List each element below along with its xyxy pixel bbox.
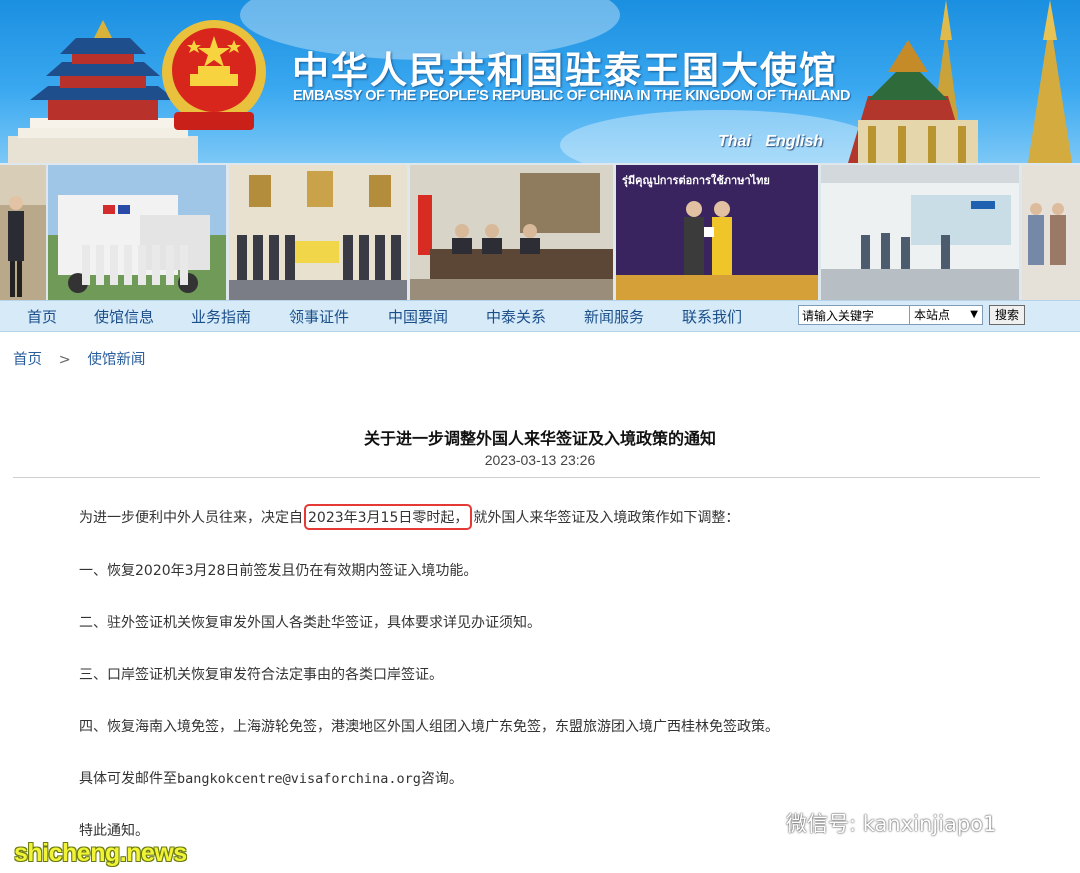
nav-item-consular-docs[interactable]: 领事证件: [289, 306, 349, 327]
nav-item-service-guide[interactable]: 业务指南: [191, 306, 251, 327]
chevron-down-icon: ▼: [970, 309, 978, 320]
site-watermark: shicheng.news: [14, 839, 187, 867]
nav-item-news-service[interactable]: 新闻服务: [584, 306, 644, 327]
embassy-subtitle: EMBASSY OF THE PEOPLE'S REPUBLIC OF CHIN…: [293, 88, 851, 104]
intro-date-highlight: 2023年3月15日零时起，: [304, 504, 473, 530]
photo-strip: รุ่มีคุณูปการต่อการใช้ภาษาไทย: [0, 163, 1080, 300]
breadcrumb-home-link[interactable]: 首页: [13, 352, 42, 368]
nav-item-china-news[interactable]: 中国要闻: [388, 306, 448, 327]
nav-item-china-thailand[interactable]: 中泰关系: [486, 306, 546, 327]
photo-service-hall: [821, 165, 1019, 300]
intro-text-before: 为进一步便利中外人员往来，决定自: [79, 510, 303, 526]
photo-donation-ceremony: [229, 165, 407, 300]
wechat-icon: [740, 809, 780, 836]
language-switcher: Thai English: [718, 133, 833, 151]
breadcrumb-current-link[interactable]: 使馆新闻: [87, 352, 145, 368]
lang-english-link[interactable]: English: [765, 133, 823, 150]
photo-award-stage: รุ่มีคุณูปการต่อการใช้ภาษาไทย: [616, 165, 818, 300]
article-intro: 为进一步便利中外人员往来，决定自 2023年3月15日零时起， 就外国人来华签证及入…: [79, 504, 739, 530]
header-banner: 中华人民共和国驻泰王国大使馆 EMBASSY OF THE PEOPLE'S R…: [0, 0, 1080, 163]
article-item-3: 三、口岸签证机关恢复审发符合法定事由的各类口岸签证。: [79, 667, 443, 683]
nav-item-contact[interactable]: 联系我们: [682, 306, 742, 327]
article-closing: 特此通知。: [79, 823, 149, 839]
contact-email-link[interactable]: bangkokcentre@visaforchina.org: [177, 771, 421, 787]
search-scope-select[interactable]: 本站点 ▼: [909, 305, 983, 325]
breadcrumb-separator: >: [58, 352, 71, 368]
main-nav: 首页 使馆信息 业务指南 领事证件 中国要闻 中泰关系 新闻服务 联系我们 本站…: [0, 300, 1080, 332]
article-contact: 具体可发邮件至bangkokcentre@visaforchina.org咨询。: [79, 768, 463, 788]
contact-text-before: 具体可发邮件至: [79, 771, 177, 787]
article-item-4: 四、恢复海南入境免签，上海游轮免签，港澳地区外国人组团入境广东免签，东盟旅游团入…: [79, 719, 779, 735]
embassy-title: 中华人民共和国驻泰王国大使馆: [292, 49, 838, 92]
photo-group-truck: [48, 165, 226, 300]
breadcrumb: 首页 > 使馆新闻: [13, 348, 145, 369]
search-button[interactable]: 搜索: [989, 305, 1025, 325]
article-item-2: 二、驻外签证机关恢复审发外国人各类赴华签证，具体要求详见办证须知。: [79, 615, 541, 631]
nav-item-embassy-info[interactable]: 使馆信息: [94, 306, 154, 327]
intro-text-after: 就外国人来华签证及入境政策作如下调整：: [473, 510, 740, 526]
contact-text-after: 咨询。: [420, 771, 463, 787]
search-scope-value: 本站点: [914, 308, 951, 322]
lang-thai-link[interactable]: Thai: [718, 133, 751, 150]
wechat-watermark: 微信号: kanxinjiapo1: [740, 808, 996, 838]
article-item-1: 一、恢复2020年3月28日前签发且仍在有效期内签证入境功能。: [79, 563, 478, 579]
search-input[interactable]: [798, 305, 910, 325]
article-date: 2023-03-13 23:26: [484, 452, 596, 468]
national-emblem-icon: [162, 20, 266, 130]
photo-video-meeting: [410, 165, 613, 300]
article-title: 关于进一步调整外国人来华签证及入境政策的通知: [363, 429, 716, 448]
photo-ambassador: [0, 165, 46, 300]
grand-palace-image: [848, 0, 1072, 163]
title-divider: [13, 477, 1040, 478]
nav-item-home[interactable]: 首页: [27, 306, 57, 327]
photo-staff: [1022, 165, 1080, 300]
wechat-id-text: 微信号: kanxinjiapo1: [786, 812, 997, 836]
